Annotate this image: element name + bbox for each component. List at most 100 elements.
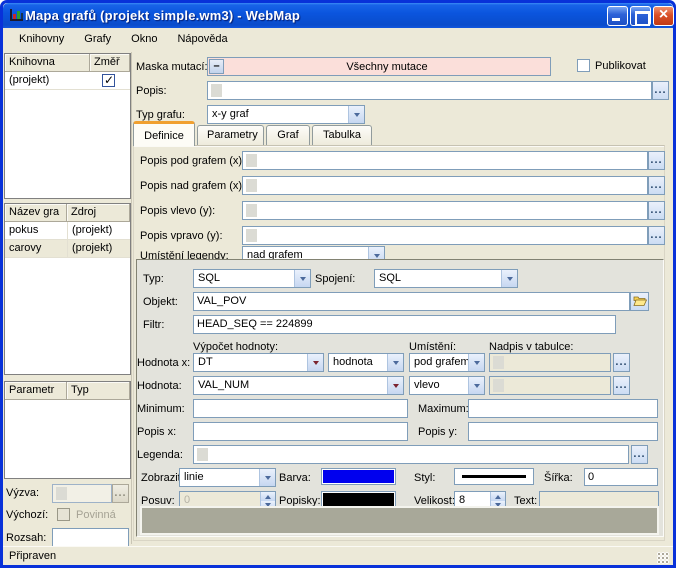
resize-grip-icon[interactable] [657,552,669,564]
title-bar[interactable]: Mapa grafů (projekt simple.wm3) - WebMap [3,3,673,28]
library-checked-checkbox[interactable] [102,74,115,87]
list-item[interactable]: pokus (projekt) [5,222,130,240]
object-open-button[interactable] [630,292,649,311]
tab-tabulka[interactable]: Tabulka [312,125,372,146]
column-header[interactable]: Knihovna [5,54,90,72]
connection-select[interactable]: SQL [374,269,518,288]
description-field[interactable] [207,81,652,100]
empty-field-marker [211,84,222,97]
field-picker-arrow-icon[interactable] [307,354,323,371]
value-field-select[interactable]: VAL_NUM [193,376,404,395]
minimum-field[interactable] [193,399,408,418]
value-x-placement-select[interactable]: pod grafem [409,353,485,372]
publish-label: Publikovat [595,60,646,72]
series-panel: Typ: SQL Spojení: SQL Objekt: VAL_POV Fi… [136,259,664,537]
value-caption-browse-button[interactable]: ... [613,376,630,395]
display-label: Zobrazit: [141,472,184,484]
value-x-label: Hodnota x: [137,357,190,369]
maximum-field[interactable] [468,399,658,418]
description-browse-button[interactable]: ... [652,81,669,100]
close-button[interactable] [653,6,674,26]
minimize-button[interactable] [607,6,628,26]
value-label: Hodnota: [137,380,182,392]
chevron-down-icon[interactable] [501,270,517,287]
libraries-list-header: Knihovna Změř [5,54,130,72]
column-header[interactable]: Parametr [5,382,67,400]
line-style-sample [462,475,526,478]
maximize-button[interactable] [630,6,651,26]
value-x-calc-select[interactable]: hodnota [328,353,404,372]
empty-field-marker [246,154,257,167]
list-item-selected[interactable]: carovy (projekt) [5,240,130,258]
line-style-field[interactable] [454,468,534,485]
required-checkbox[interactable] [57,508,70,521]
chevron-down-icon[interactable] [294,270,310,287]
graph-source: (projekt) [67,222,130,239]
caption-y-label: Popis y: [418,426,457,438]
chevron-down-icon[interactable] [348,106,364,123]
caption-left-y-field[interactable] [242,201,648,220]
object-field[interactable]: VAL_POV [193,292,630,311]
collapse-minus-button[interactable]: – [209,59,224,74]
caption-y-field[interactable] [468,422,658,441]
spin-up-icon[interactable] [491,492,505,501]
display-select[interactable]: linie [179,468,276,487]
empty-preview-area [140,506,659,535]
libraries-list: Knihovna Změř (projekt) [4,53,131,199]
empty-field-marker [246,179,257,192]
caption-above-x-browse-button[interactable]: ... [648,176,665,195]
legend-browse-button[interactable]: ... [631,445,648,464]
caption-right-y-browse-button[interactable]: ... [648,226,665,245]
tab-graf[interactable]: Graf [266,125,310,146]
range-field[interactable] [52,528,129,547]
column-header[interactable]: Název gra [5,204,67,222]
list-item[interactable]: (projekt) [5,72,130,90]
chevron-down-icon[interactable] [387,354,403,371]
folder-open-icon [633,295,647,307]
display-value: linie [180,469,259,486]
menu-grafy[interactable]: Grafy [76,31,119,48]
type-label: Typ: [143,273,164,285]
menu-knihovny[interactable]: Knihovny [11,31,72,48]
chevron-down-icon[interactable] [259,469,275,486]
app-window: Mapa grafů (projekt simple.wm3) - WebMap… [0,0,676,568]
value-table-caption-field[interactable] [489,376,611,395]
type-select[interactable]: SQL [193,269,311,288]
prompt-field[interactable] [52,484,112,503]
maximum-label: Maximum: [418,403,469,415]
column-header[interactable]: Zdroj [67,204,130,222]
description-label: Popis: [136,85,167,97]
publish-checkbox[interactable] [577,59,590,72]
column-header[interactable]: Typ [67,382,130,400]
caption-left-y-browse-button[interactable]: ... [648,201,665,220]
mutation-mask-field[interactable]: – Všechny mutace [207,57,551,76]
prompt-browse-button[interactable]: ... [112,484,129,503]
caption-x-field[interactable] [193,422,408,441]
spin-up-icon[interactable] [261,492,275,501]
value-placement-select[interactable]: vlevo [409,376,485,395]
menu-napoveda[interactable]: Nápověda [169,31,235,48]
tab-parametry[interactable]: Parametry [197,125,264,146]
line-color-swatch[interactable] [321,468,396,485]
legend-field[interactable] [193,445,629,464]
caption-right-y-field[interactable] [242,226,648,245]
column-header[interactable]: Změř [90,54,130,72]
width-field[interactable]: 0 [584,468,658,486]
graphs-list: Název gra Zdroj pokus (projekt) carovy (… [4,203,131,375]
menu-okno[interactable]: Okno [123,31,165,48]
graph-type-select[interactable]: x-y graf [207,105,365,124]
value-x-field-select[interactable]: DT [193,353,324,372]
caption-above-x-field[interactable] [242,176,648,195]
value-x-caption-browse-button[interactable]: ... [613,353,630,372]
caption-below-x-browse-button[interactable]: ... [648,151,665,170]
value-x-table-caption-field[interactable] [489,353,611,372]
filter-field[interactable]: HEAD_SEQ == 224899 [193,315,616,334]
field-picker-arrow-icon[interactable] [387,377,403,394]
caption-below-x-field[interactable] [242,151,648,170]
required-label: Povinná [76,509,116,521]
chevron-down-icon[interactable] [468,354,484,371]
value-x-value: DT [194,354,307,371]
tab-definice[interactable]: Definice [133,121,195,146]
chevron-down-icon[interactable] [468,377,484,394]
graph-name: carovy [5,240,67,257]
